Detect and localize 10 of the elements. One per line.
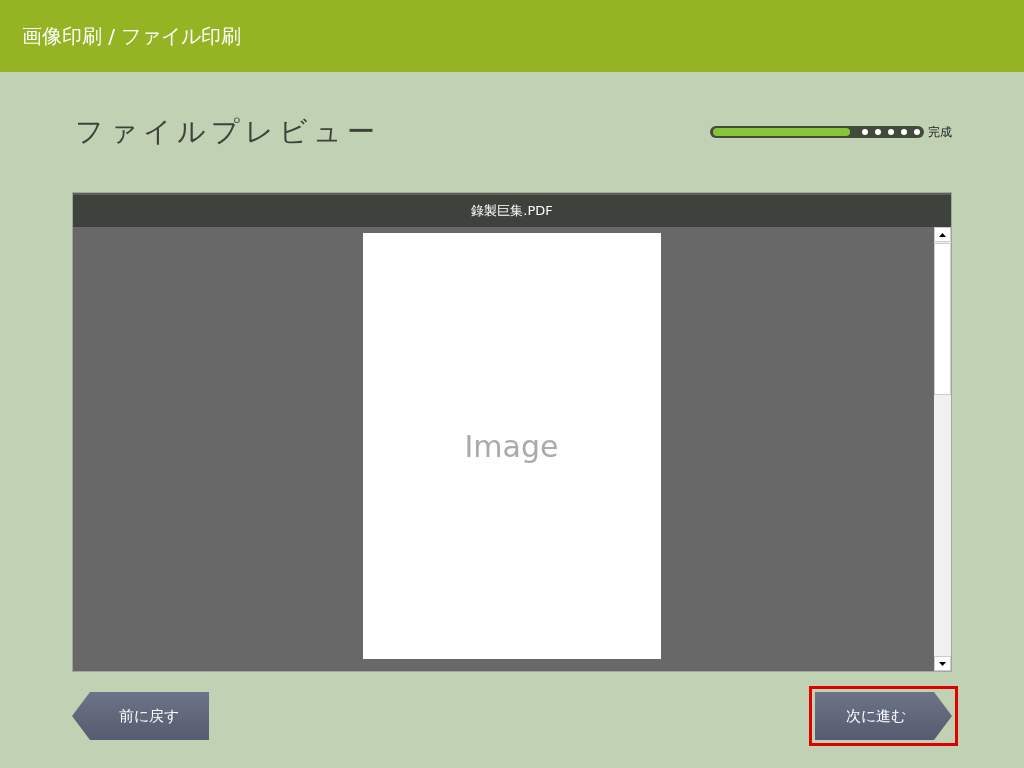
scrollbar[interactable]	[934, 227, 951, 671]
back-button[interactable]: 前に戻す	[72, 692, 209, 740]
page-title: ファイルプレビュー	[75, 114, 380, 150]
page-preview: Image	[362, 233, 661, 659]
header-title: 画像印刷 / ファイル印刷	[22, 22, 242, 50]
next-button[interactable]: 次に進む	[815, 692, 952, 740]
progress-label: 完成	[928, 123, 952, 141]
file-name: 錄製巨集.PDF	[73, 193, 951, 227]
scroll-down-icon[interactable]	[939, 661, 946, 666]
scroll-up-icon[interactable]	[939, 232, 946, 237]
